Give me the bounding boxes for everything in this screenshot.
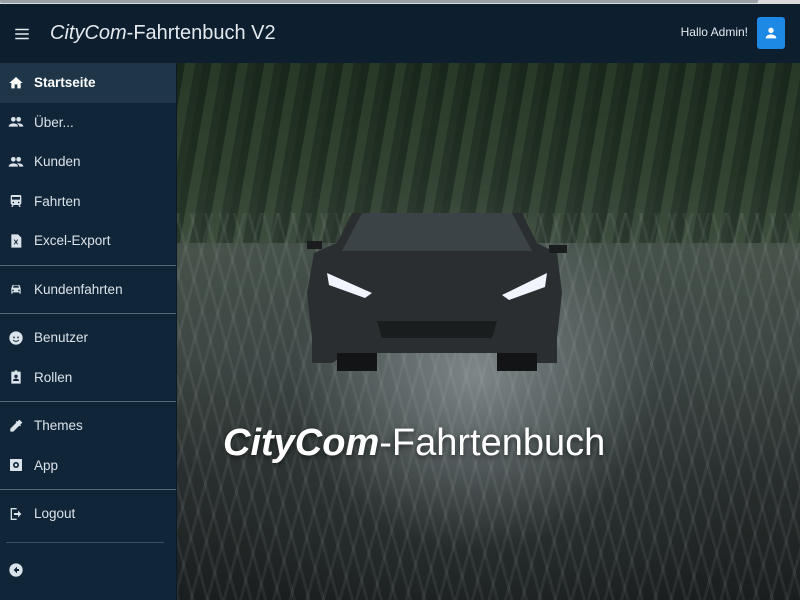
sidebar-item-themes[interactable]: Themes xyxy=(0,406,176,446)
sidebar-item-app[interactable]: App xyxy=(0,446,176,486)
sidebar-item-label: App xyxy=(34,457,59,473)
sidebar-item-startseite[interactable]: Startseite xyxy=(0,63,176,103)
excel-icon xyxy=(0,233,34,249)
menu-button[interactable] xyxy=(0,12,44,56)
app-bar: CityCom-Fahrtenbuch V2 Hallo Admin! xyxy=(0,4,800,63)
logout-icon xyxy=(0,506,34,522)
sidebar-item-fahrten[interactable]: Fahrten xyxy=(0,182,176,222)
sidebar-item-label: Logout xyxy=(34,506,76,522)
people-icon xyxy=(0,154,34,170)
sidebar-item-label: Fahrten xyxy=(34,193,81,209)
sidebar-item-rollen[interactable]: Rollen xyxy=(0,358,176,398)
sidebar-item-benutzer[interactable]: Benutzer xyxy=(0,318,176,358)
settings-box-icon xyxy=(0,457,34,473)
badge-icon xyxy=(0,369,34,385)
eyedropper-icon xyxy=(0,418,34,434)
sidebar-item-logout[interactable]: Logout xyxy=(0,494,176,534)
sidebar-item-label: Rollen xyxy=(34,369,73,385)
sidebar-item-kunden[interactable]: Kunden xyxy=(0,142,176,182)
scrollbar-thumb[interactable] xyxy=(0,0,758,3)
hamburger-icon xyxy=(15,28,29,39)
sidebar-item-label: Kunden xyxy=(34,154,81,170)
sidebar-divider xyxy=(6,541,164,543)
sidebar-item-excel-export[interactable]: Excel-Export xyxy=(0,221,176,261)
person-icon xyxy=(765,27,777,39)
user-avatar-button[interactable] xyxy=(757,17,785,49)
sidebar-divider xyxy=(0,489,176,490)
sidebar-divider xyxy=(0,313,176,314)
sports-car-image xyxy=(307,213,567,371)
sidebar-item-label: Themes xyxy=(34,418,83,434)
sidebar-item-label: Kundenfahrten xyxy=(34,281,123,297)
sidebar-item-label: Startseite xyxy=(34,75,96,91)
app-title: CityCom-Fahrtenbuch V2 xyxy=(50,22,276,44)
sidebar-item-kundenfahrten[interactable]: Kundenfahrten xyxy=(0,270,176,310)
sidebar-item-label: Benutzer xyxy=(34,330,89,346)
sidebar-item-label: Über... xyxy=(34,114,74,130)
sidebar: Startseite Über... Kunden Fahrten Excel-… xyxy=(0,63,177,600)
sidebar-item-label: Excel-Export xyxy=(34,233,111,249)
sidebar-collapse-button[interactable] xyxy=(0,551,176,591)
train-icon xyxy=(0,193,34,209)
arrow-left-circle-icon xyxy=(0,562,34,578)
face-icon xyxy=(0,330,34,346)
sidebar-item-ueber[interactable]: Über... xyxy=(0,103,176,143)
user-greeting: Hallo Admin! xyxy=(680,25,748,39)
home-icon xyxy=(0,75,34,91)
car-icon xyxy=(0,281,34,297)
sidebar-divider xyxy=(0,401,176,402)
sidebar-divider xyxy=(0,264,176,266)
hero-banner: CityCom-Fahrtenbuch xyxy=(177,63,800,600)
people-icon xyxy=(0,114,34,130)
hero-title: CityCom-Fahrtenbuch xyxy=(223,422,606,464)
